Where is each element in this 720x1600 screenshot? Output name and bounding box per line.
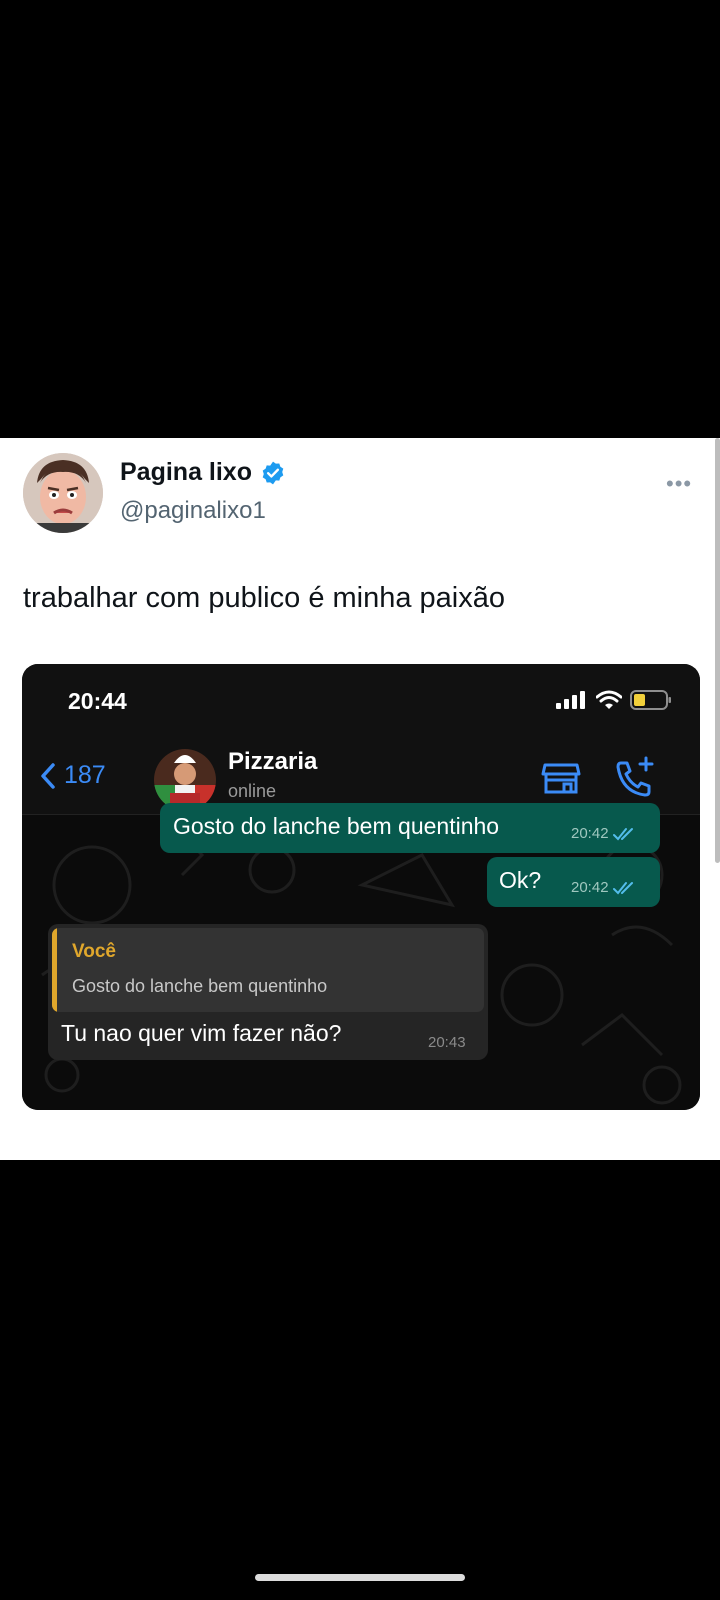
call-add-icon[interactable] [612,756,656,800]
message-time: 20:42 [571,879,609,896]
wifi-icon [596,690,622,709]
phone-status-bar: 20:44 [22,664,700,744]
more-horizontal-icon[interactable]: ••• [666,471,692,497]
message-meta: 20:42 [571,825,637,842]
reply-quote[interactable]: Você Gosto do lanche bem quentinho [52,928,484,1012]
message-time: 20:43 [428,1034,466,1051]
verified-badge-icon [262,461,284,484]
store-icon[interactable] [540,756,582,798]
home-indicator[interactable] [255,1574,465,1581]
battery-icon [630,690,671,710]
author-avatar[interactable] [23,453,103,533]
message-bubble-in[interactable]: Você Gosto do lanche bem quentinho Tu na… [48,924,488,1060]
quote-accent-bar [52,928,57,1012]
tweet-text: trabalhar com publico é minha paixão [23,582,505,614]
contact-avatar[interactable] [154,749,216,811]
message-text: Ok? [499,867,542,893]
unread-count: 187 [64,761,106,789]
signal-icon [556,691,585,709]
author-handle[interactable]: @paginalixo1 [120,497,266,525]
scrollbar[interactable] [715,438,720,863]
author-name-row[interactable]: Pagina lixo [120,458,286,487]
double-check-icon [612,881,633,894]
message-bubble-out[interactable]: Ok? 20:42 [487,857,660,907]
contact-name[interactable]: Pizzaria [228,748,317,776]
status-time: 20:44 [68,688,127,714]
message-bubble-out[interactable]: Gosto do lanche bem quentinho 20:42 [160,803,660,853]
message-text: Tu nao quer vim fazer não? [61,1020,342,1046]
message-meta: 20:42 [571,879,637,896]
message-text: Gosto do lanche bem quentinho [173,813,500,839]
quote-text: Gosto do lanche bem quentinho [72,976,328,996]
double-check-icon [612,827,633,840]
back-button[interactable]: 187 [40,761,106,790]
attached-screenshot[interactable]: 20:44 187 Pizzaria online Gosto do lanch… [22,664,700,1110]
message-time: 20:42 [571,825,609,842]
author-name[interactable]: Pagina lixo [120,458,252,487]
quote-author: Você [72,941,117,962]
contact-status: online [228,781,277,801]
chevron-left-icon [41,762,55,789]
